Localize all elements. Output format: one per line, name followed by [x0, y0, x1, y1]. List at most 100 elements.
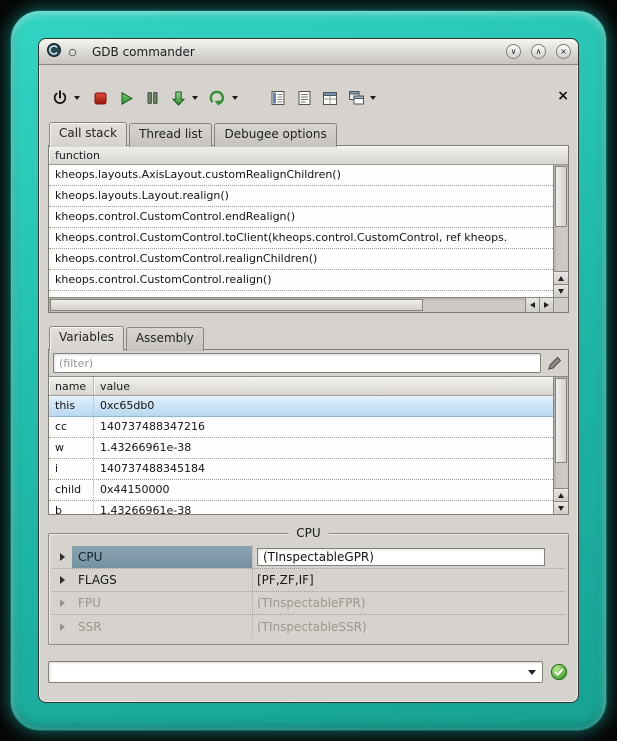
variable-name: i [49, 459, 94, 479]
chevron-down-icon[interactable] [528, 670, 536, 675]
inspector-value: [PF,ZF,IF] [252, 569, 565, 591]
filter-input[interactable] [53, 353, 541, 373]
inspector-name[interactable]: FLAGS [72, 569, 252, 591]
scroll-right-button[interactable] [539, 298, 553, 312]
chevron-down-icon[interactable] [192, 96, 198, 100]
windows-button[interactable] [344, 87, 368, 109]
power-button[interactable] [48, 87, 72, 109]
tab-debugee-options[interactable]: Debugee options [214, 123, 336, 147]
output-view-button[interactable] [292, 87, 316, 109]
variables-table-header: name value [49, 377, 568, 396]
variable-row[interactable]: b 1.43266961e-38 [49, 501, 553, 514]
scrollbar-thumb[interactable] [555, 378, 567, 463]
inspector-row-flags[interactable]: FLAGS [PF,ZF,IF] [52, 569, 565, 592]
callstack-rows: kheops.layouts.AxisLayout.customRealignC… [49, 165, 553, 297]
variable-name: child [49, 480, 94, 500]
inspector-row-fpu[interactable]: FPU (TInspectableFPR) [52, 592, 565, 615]
callstack-row[interactable]: kheops.control.CustomControl.realignChil… [49, 249, 553, 270]
inspector-name[interactable]: FPU [72, 592, 252, 614]
scroll-down-button[interactable] [554, 501, 568, 514]
variables-table: name value this 0xc65db0 cc 140737488347… [49, 376, 568, 514]
inspector-value-field[interactable]: (TInspectableGPR) [257, 548, 545, 566]
memory-view-button[interactable] [266, 87, 290, 109]
command-row [48, 661, 569, 683]
stop-button[interactable] [88, 87, 112, 109]
scroll-up-button[interactable] [554, 488, 568, 501]
cpu-groupbox-title: CPU [288, 526, 328, 540]
scroll-down-button[interactable] [554, 284, 568, 297]
column-header-name[interactable]: name [49, 377, 94, 395]
callstack-row[interactable]: kheops.control.CustomControl.toClient(kh… [49, 228, 553, 249]
chevron-down-icon [558, 506, 564, 511]
cpu-groupbox: CPU CPU (TInspectableGPR) FLAGS [PF,ZF,I… [48, 533, 569, 645]
maximize-button[interactable]: ∧ [531, 44, 546, 59]
variable-row[interactable]: this 0xc65db0 [49, 396, 553, 417]
cpu-view-button[interactable] [318, 87, 342, 109]
gdb-command-input[interactable] [50, 663, 520, 681]
chevron-up-icon [558, 493, 564, 498]
pin-icon[interactable] [68, 42, 77, 61]
expander-button[interactable] [52, 576, 72, 584]
variable-row[interactable]: cc 140737488347216 [49, 417, 553, 438]
scrollbar-thumb[interactable] [50, 299, 423, 311]
inspector-row-ssr[interactable]: SSR (TInspectableSSR) [52, 615, 565, 638]
clear-filter-button[interactable] [544, 354, 564, 372]
scroll-up-button[interactable] [554, 271, 568, 284]
expander-button[interactable] [52, 623, 72, 631]
variable-row[interactable]: child 0x44150000 [49, 480, 553, 501]
scrollbar-thumb[interactable] [555, 166, 567, 227]
gdb-commander-window: GDB commander ∨ ∧ × × [38, 38, 579, 703]
variable-name: this [49, 396, 94, 416]
close-button[interactable]: × [556, 44, 571, 59]
variables-pane: name value this 0xc65db0 cc 140737488347… [48, 349, 569, 515]
pause-button[interactable] [140, 87, 164, 109]
inspector-name[interactable]: CPU [72, 546, 252, 568]
inspector-value-cell: (TInspectableGPR) [252, 546, 565, 568]
inspector-row-cpu[interactable]: CPU (TInspectableGPR) [52, 546, 565, 569]
chevron-right-icon [60, 623, 65, 631]
callstack-row[interactable]: kheops.control.CustomControl.realign() [49, 270, 553, 291]
tab-thread-list[interactable]: Thread list [129, 123, 212, 147]
tab-assembly[interactable]: Assembly [126, 327, 204, 351]
callstack-tabbar: Call stack Thread list Debugee options [48, 122, 569, 146]
send-command-button[interactable] [549, 662, 569, 682]
gdb-command-combobox[interactable] [48, 661, 543, 683]
scroll-left-button[interactable] [525, 298, 539, 312]
minimize-button[interactable]: ∨ [506, 44, 521, 59]
chevron-down-icon[interactable] [74, 96, 80, 100]
panel-close-button[interactable]: × [557, 89, 569, 103]
vertical-scrollbar[interactable] [553, 377, 568, 514]
step-over-button[interactable] [206, 87, 230, 109]
titlebar[interactable]: GDB commander ∨ ∧ × [39, 39, 578, 65]
chevron-down-icon[interactable] [232, 96, 238, 100]
variable-row[interactable]: i 140737488345184 [49, 459, 553, 480]
window-title: GDB commander [92, 45, 496, 59]
run-button[interactable] [114, 87, 138, 109]
debug-toolbar [48, 87, 569, 109]
app-icon [46, 42, 63, 62]
callstack-row[interactable]: kheops.control.CustomControl.endRealign(… [49, 207, 553, 228]
tab-variables[interactable]: Variables [49, 326, 124, 351]
chevron-down-icon[interactable] [370, 96, 376, 100]
horizontal-scrollbar[interactable] [49, 297, 553, 312]
callstack-row[interactable]: kheops.layouts.AxisLayout.customRealignC… [49, 165, 553, 186]
variable-value: 1.43266961e-38 [94, 438, 553, 458]
expander-button[interactable] [52, 553, 72, 561]
variable-row[interactable]: w 1.43266961e-38 [49, 438, 553, 459]
step-button[interactable] [166, 87, 190, 109]
scrollbar-buttons [525, 298, 553, 312]
inspector-name[interactable]: SSR [72, 615, 252, 638]
scrollbar-buttons [554, 271, 568, 297]
filter-row [49, 350, 568, 376]
callstack-pane: function kheops.layouts.AxisLayout.custo… [48, 145, 569, 313]
column-header-function[interactable]: function [49, 146, 568, 164]
scrollbar-corner [553, 297, 568, 312]
column-header-value[interactable]: value [94, 377, 568, 395]
variable-value: 0xc65db0 [94, 396, 553, 416]
expander-button[interactable] [52, 599, 72, 607]
inspector-value: (TInspectableFPR) [252, 592, 565, 614]
tab-call-stack[interactable]: Call stack [49, 122, 127, 147]
vertical-scrollbar[interactable] [553, 165, 568, 297]
chevron-right-icon [60, 599, 65, 607]
callstack-row[interactable]: kheops.layouts.Layout.realign() [49, 186, 553, 207]
